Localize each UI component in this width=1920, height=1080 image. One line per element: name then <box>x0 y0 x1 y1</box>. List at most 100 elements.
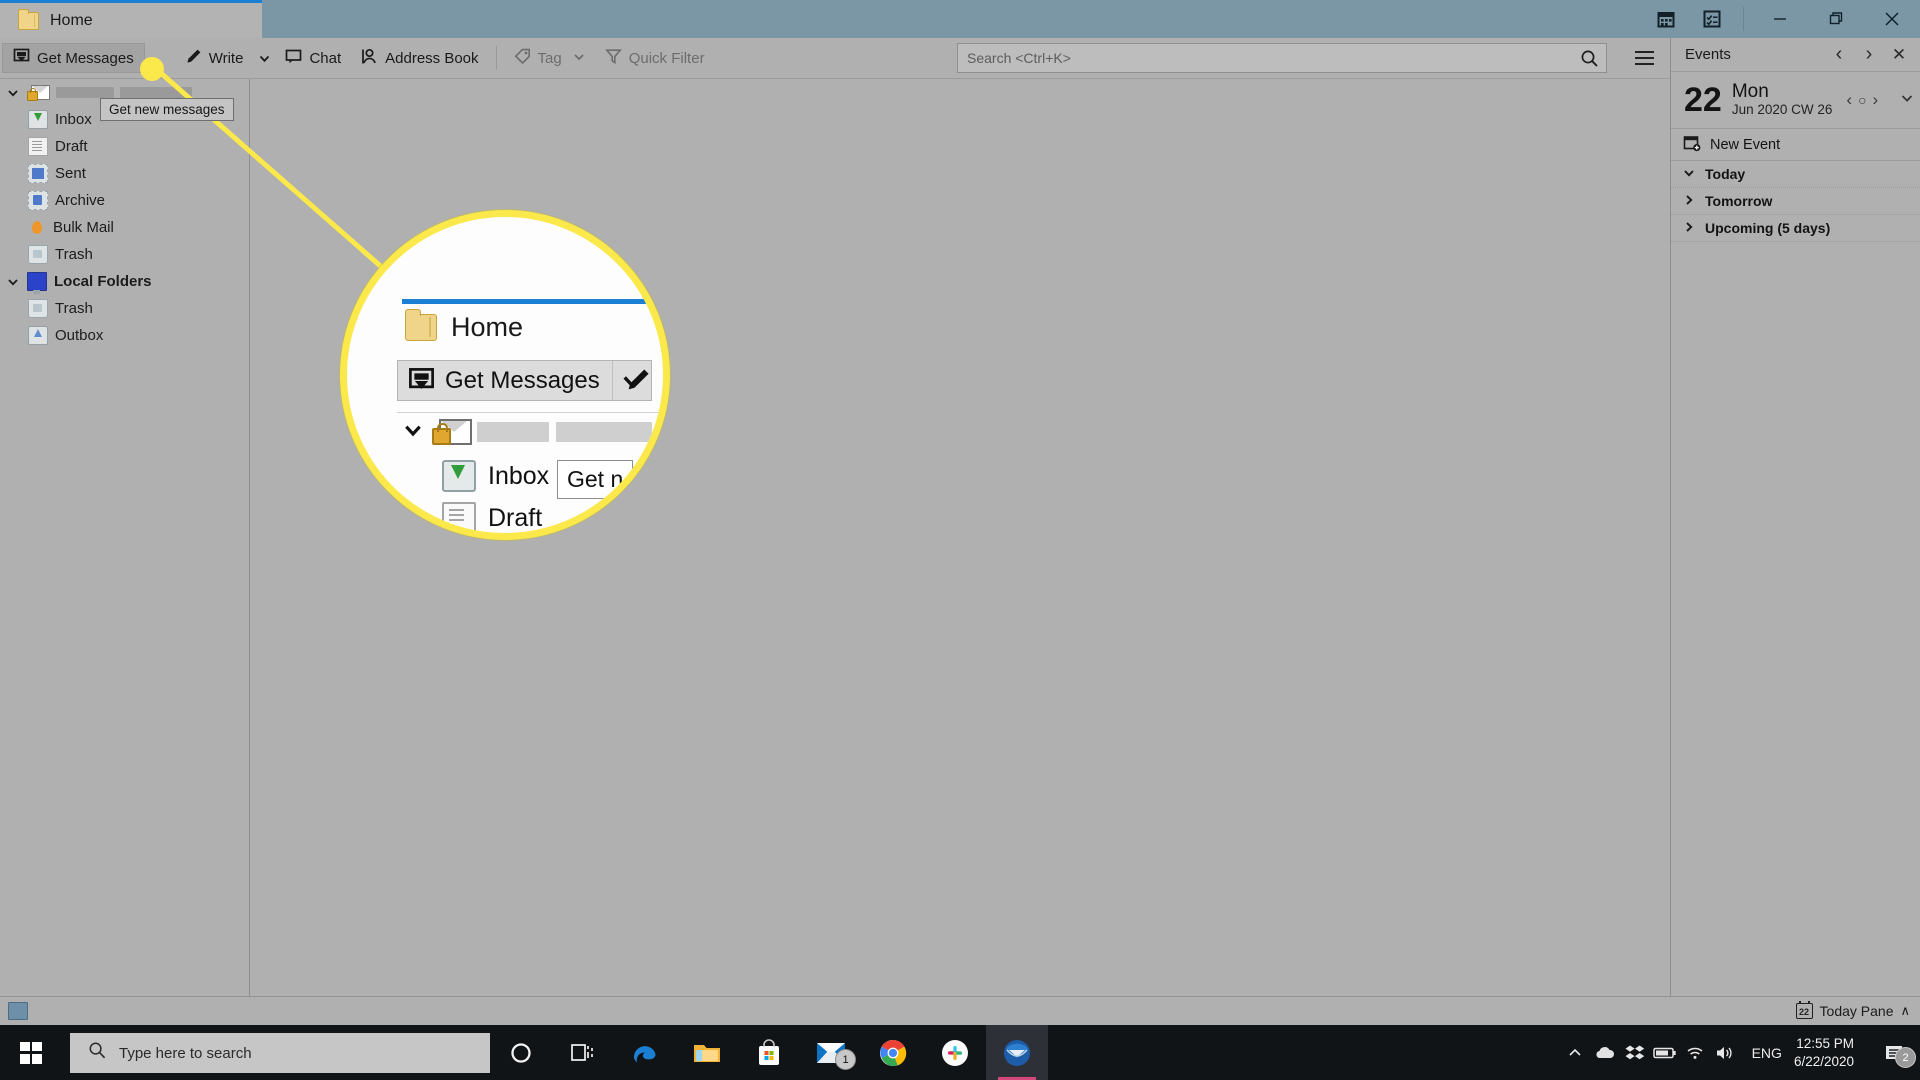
outbox-icon <box>28 326 48 345</box>
tab-home[interactable]: Home <box>0 0 262 38</box>
close-button[interactable] <box>1864 0 1920 38</box>
local-folders-label: Local Folders <box>54 273 152 290</box>
chevron-down-icon <box>403 420 423 445</box>
onedrive-icon[interactable] <box>1590 1025 1620 1080</box>
status-bar: 22 Today Pane ∧ <box>0 996 1920 1025</box>
magnified-pencil-icon <box>625 367 651 398</box>
date-header: 22 Mon Jun 2020 CW 26 ‹ ○ › <box>1671 72 1920 129</box>
local-folder-trash[interactable]: Trash <box>0 295 249 322</box>
volume-icon[interactable] <box>1710 1025 1740 1080</box>
task-view-icon[interactable] <box>552 1025 614 1080</box>
get-messages-button[interactable]: Get Messages <box>2 43 145 73</box>
start-button[interactable] <box>0 1025 62 1080</box>
wifi-icon[interactable] <box>1680 1025 1710 1080</box>
chevron-down-icon[interactable] <box>6 275 20 289</box>
windows-taskbar: Type here to search 1 ENG 12:55 PM 6/22/… <box>0 1025 1920 1080</box>
calendar-icon[interactable] <box>1643 0 1689 38</box>
maximize-button[interactable] <box>1808 0 1864 38</box>
chat-icon <box>285 48 302 69</box>
tooltip-get-new-messages: Get new messages <box>100 98 234 121</box>
events-section-label: Tomorrow <box>1705 193 1773 209</box>
clock-time: 12:55 PM <box>1796 1035 1854 1051</box>
slack-icon[interactable] <box>924 1025 986 1080</box>
magnifier-callout: Home Get Messages Inbox Draft Get n <box>340 210 670 540</box>
tasks-icon[interactable] <box>1689 0 1735 38</box>
magnified-folder-draft: Draft <box>442 502 542 533</box>
events-prev-button[interactable]: ‹ <box>1824 40 1854 70</box>
search-bar[interactable] <box>957 43 1607 73</box>
bulk-mail-icon <box>28 219 46 236</box>
hamburger-icon[interactable] <box>1630 44 1658 72</box>
folder-label: Archive <box>55 192 106 209</box>
write-dropdown-chevron-icon[interactable] <box>253 43 275 73</box>
language-indicator[interactable]: ENG <box>1740 1045 1794 1061</box>
events-section-label: Today <box>1705 166 1746 182</box>
chevron-right-icon <box>1683 193 1695 209</box>
events-section-today[interactable]: Today <box>1671 161 1920 188</box>
folder-trash[interactable]: Trash <box>0 241 249 268</box>
events-section-tomorrow[interactable]: Tomorrow <box>1671 188 1920 215</box>
folder-label: Sent <box>55 165 86 182</box>
magnified-tab-home: Home <box>404 309 524 343</box>
chat-button[interactable]: Chat <box>275 43 351 73</box>
tag-label: Tag <box>537 49 562 67</box>
search-input[interactable] <box>958 49 1572 67</box>
new-event-calendar-icon <box>1683 134 1701 156</box>
folder-archive[interactable]: Archive <box>0 187 249 214</box>
title-bar: Home <box>0 0 1920 38</box>
battery-icon[interactable] <box>1650 1025 1680 1080</box>
inbox-icon <box>28 110 48 129</box>
microsoft-store-icon[interactable] <box>738 1025 800 1080</box>
search-icon[interactable] <box>1572 44 1606 72</box>
today-pane-label: Today Pane <box>1819 1003 1894 1019</box>
secure-mail-account-icon <box>432 419 472 445</box>
today-pane-button[interactable]: 22 Today Pane ∧ <box>1795 1000 1910 1022</box>
day-name: Mon <box>1731 81 1769 102</box>
dropbox-icon[interactable] <box>1620 1025 1650 1080</box>
connection-icon <box>8 1002 28 1020</box>
date-today-button[interactable]: ○ <box>1858 92 1866 108</box>
folder-pane: Inbox Draft Sent Archive Bulk Mail Trash <box>0 79 250 1025</box>
events-close-button[interactable]: ✕ <box>1884 40 1914 70</box>
folder-sent[interactable]: Sent <box>0 160 249 187</box>
clock[interactable]: 12:55 PM 6/22/2020 <box>1794 1035 1868 1071</box>
title-bar-actions <box>1643 0 1920 38</box>
new-event-label: New Event <box>1710 136 1781 153</box>
taskbar-search[interactable]: Type here to search <box>70 1033 490 1073</box>
local-folders-row[interactable]: Local Folders <box>0 268 249 295</box>
folder-label: Trash <box>55 246 93 263</box>
edge-icon[interactable] <box>614 1025 676 1080</box>
folder-label: Inbox <box>55 111 92 128</box>
write-label: Write <box>208 49 244 67</box>
mail-icon[interactable]: 1 <box>800 1025 862 1080</box>
local-folder-outbox[interactable]: Outbox <box>0 322 249 349</box>
search-icon <box>88 1041 107 1065</box>
thunderbird-icon[interactable] <box>986 1025 1048 1080</box>
folder-label: Bulk Mail <box>53 219 114 236</box>
chevron-down-icon[interactable] <box>6 86 20 100</box>
folder-draft[interactable]: Draft <box>0 133 249 160</box>
callout-target-dot <box>140 57 164 81</box>
trash-icon <box>28 245 48 264</box>
chrome-icon[interactable] <box>862 1025 924 1080</box>
events-title: Events <box>1685 46 1731 63</box>
events-next-button[interactable]: › <box>1854 40 1884 70</box>
folder-bulk-mail[interactable]: Bulk Mail <box>0 214 249 241</box>
magnified-tab-label: Home <box>451 312 524 342</box>
date-prev-button[interactable]: ‹ <box>1846 90 1852 110</box>
events-section-upcoming[interactable]: Upcoming (5 days) <box>1671 215 1920 242</box>
new-event-button[interactable]: New Event <box>1671 129 1920 161</box>
minimize-button[interactable] <box>1752 0 1808 38</box>
file-explorer-icon[interactable] <box>676 1025 738 1080</box>
folder-icon <box>404 309 437 341</box>
date-next-button[interactable]: › <box>1873 90 1879 110</box>
tag-button[interactable]: Tag <box>504 43 595 73</box>
show-hidden-icons-button[interactable] <box>1560 1025 1590 1080</box>
folder-label: Outbox <box>55 327 104 344</box>
cortana-icon[interactable] <box>490 1025 552 1080</box>
quick-filter-button[interactable]: Quick Filter <box>595 43 715 73</box>
address-book-button[interactable]: Address Book <box>351 43 488 73</box>
date-expand-chevron-icon[interactable] <box>1900 91 1914 110</box>
notifications-button[interactable]: 2 <box>1868 1025 1920 1080</box>
write-button[interactable]: Write <box>175 43 254 73</box>
